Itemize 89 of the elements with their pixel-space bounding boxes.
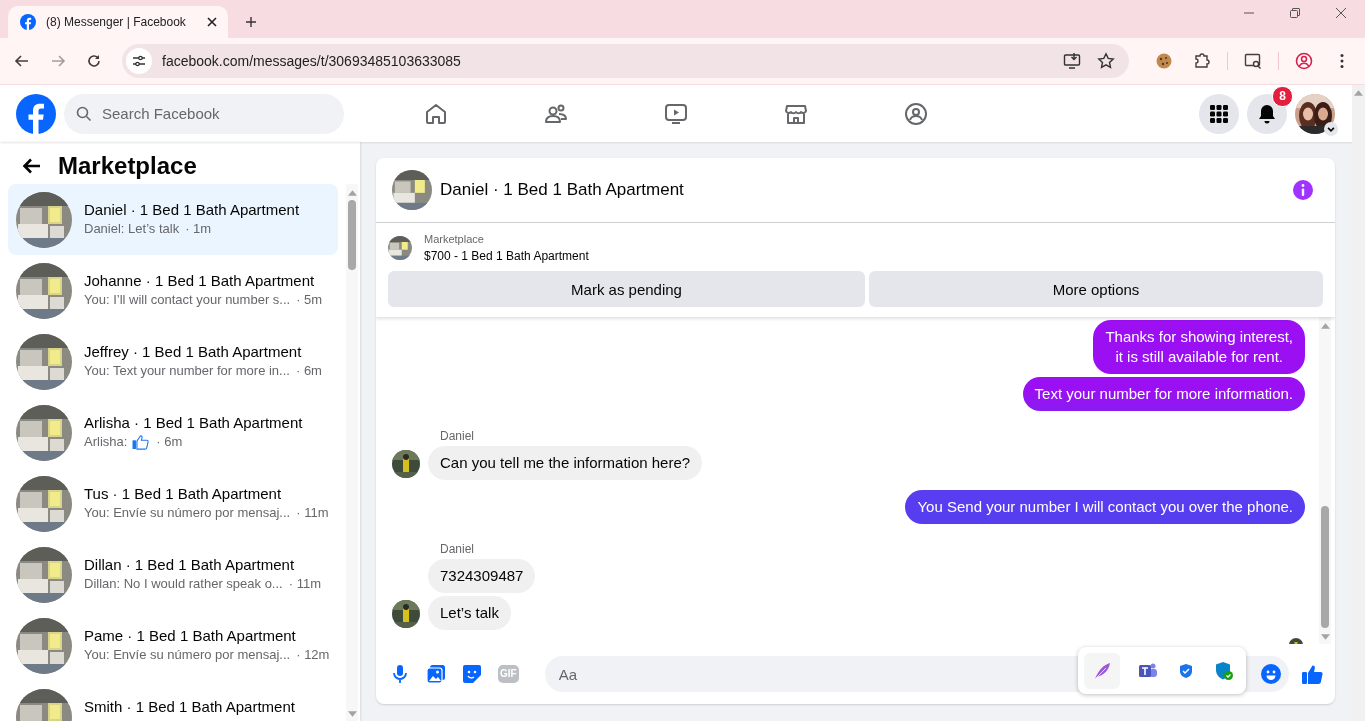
message-time: · 1m bbox=[185, 220, 212, 236]
page-title: Marketplace bbox=[58, 152, 197, 180]
facebook-logo-icon[interactable] bbox=[16, 93, 56, 134]
message-preview: Arlisha: bbox=[84, 434, 128, 449]
message-preview: Dillan: No I would rather speak o... bbox=[84, 575, 283, 591]
shield-check-icon[interactable] bbox=[1214, 660, 1234, 681]
conversation-item[interactable]: Pame · 1 Bed 1 Bath Apartment You: Envíe su número por mensaj... · 12m bbox=[8, 610, 338, 681]
page-scrollbar[interactable] bbox=[1352, 85, 1365, 721]
install-app-icon[interactable] bbox=[1063, 52, 1081, 70]
received-message: 7324309487 bbox=[428, 559, 536, 593]
conversation-title: Arlisha · 1 Bed 1 Bath Apartment bbox=[84, 413, 303, 431]
puzzle-icon[interactable] bbox=[1193, 52, 1211, 70]
conversation-item[interactable]: Arlisha · 1 Bed 1 Bath Apartment Arlisha: · 6m bbox=[8, 397, 338, 468]
action-button[interactable]: Mark as pending bbox=[388, 271, 865, 307]
chat-title: Daniel · 1 Bed 1 Bath Apartment bbox=[440, 180, 684, 200]
conversation-item[interactable]: Tus · 1 Bed 1 Bath Apartment You: Envíe su número por mensaj... · 11m bbox=[8, 468, 338, 539]
reload-icon[interactable] bbox=[86, 53, 102, 69]
groups-icon[interactable] bbox=[904, 101, 928, 126]
site-settings-icon[interactable] bbox=[126, 48, 152, 74]
listing-category: Marketplace bbox=[424, 233, 485, 245]
search-field[interactable]: Search Facebook bbox=[100, 92, 332, 135]
conversation-item[interactable]: Daniel · 1 Bed 1 Bath Apartment Daniel: Let’s talk · 1m bbox=[8, 184, 338, 255]
thumbs-up-icon bbox=[131, 433, 151, 450]
video-icon[interactable] bbox=[664, 101, 688, 126]
message-time: · 11m bbox=[296, 504, 329, 520]
sender-name: Daniel bbox=[440, 542, 476, 556]
chevron-down-icon[interactable] bbox=[1324, 121, 1338, 136]
conversation-title: Smith · 1 Bed 1 Bath Apartment bbox=[84, 697, 295, 715]
search-box[interactable]: Search Facebook bbox=[64, 93, 344, 134]
scrollbar[interactable] bbox=[346, 184, 358, 721]
conversation-item[interactable]: Dillan · 1 Bed 1 Bath Apartment Dillan: No I would rather speak o... · 11m bbox=[8, 539, 338, 610]
message-preview: Daniel: Let’s talk bbox=[84, 220, 180, 236]
scrollbar-thumb[interactable] bbox=[1321, 506, 1329, 628]
thumbs-up-icon[interactable] bbox=[1301, 663, 1323, 685]
close-icon[interactable] bbox=[206, 16, 218, 28]
tab-title: (8) Messenger | Facebook bbox=[46, 15, 187, 29]
message-preview: You: Envíe su número por mensaj... bbox=[84, 504, 291, 520]
conversation-title: Pame · 1 Bed 1 Bath Apartment bbox=[84, 626, 297, 644]
back-arrow-icon[interactable] bbox=[22, 156, 42, 176]
conversation-title: Johanne · 1 Bed 1 Bath Apartment bbox=[84, 271, 316, 289]
sticker-icon[interactable] bbox=[462, 664, 482, 684]
message-time: · 6m bbox=[156, 434, 183, 449]
feather-icon[interactable] bbox=[1092, 660, 1112, 681]
menu-button[interactable] bbox=[1199, 93, 1239, 134]
microphone-icon[interactable] bbox=[390, 664, 410, 684]
bell-icon bbox=[1257, 103, 1277, 124]
notification-count: 8 bbox=[1272, 85, 1293, 107]
facebook-logo-icon bbox=[20, 14, 36, 30]
message-time: · 6m bbox=[295, 362, 322, 378]
conversation-item[interactable]: Johanne · 1 Bed 1 Bath Apartment You: I’ll will contact your number s... · 5m bbox=[8, 255, 338, 326]
photo-icon[interactable] bbox=[426, 664, 446, 684]
back-arrow-icon[interactable] bbox=[14, 53, 30, 69]
sent-message: Thanks for showing interest, it is still available for rent. bbox=[1093, 320, 1305, 374]
info-icon[interactable] bbox=[1293, 180, 1313, 200]
listing-name: $700 - 1 Bed 1 Bath Apartment bbox=[424, 249, 589, 263]
url-text: facebook.com/messages/t/30693485103633085 bbox=[162, 53, 461, 69]
conversation-title: Tus · 1 Bed 1 Bath Apartment bbox=[84, 484, 283, 502]
conversation-title: Jeffrey · 1 Bed 1 Bath Apartment bbox=[84, 342, 303, 360]
conversation-title: Daniel · 1 Bed 1 Bath Apartment bbox=[84, 200, 300, 218]
profile-icon[interactable] bbox=[1295, 52, 1313, 70]
grid-menu-icon bbox=[1209, 103, 1229, 124]
message-time: · 11m bbox=[288, 575, 321, 591]
address-bar[interactable]: facebook.com/messages/t/30693485103633085 bbox=[122, 44, 1129, 78]
scrollbar[interactable] bbox=[1319, 317, 1331, 644]
tab-search-icon[interactable] bbox=[1244, 52, 1262, 70]
conversation-item[interactable]: Jeffrey · 1 Bed 1 Bath Apartment You: Text your number for more in... · 6m bbox=[8, 326, 338, 397]
message-preview: You: Envíe su número por mensaj... bbox=[84, 646, 291, 662]
new-tab-icon[interactable] bbox=[245, 16, 257, 28]
sent-message: Text your number for more information. bbox=[1022, 377, 1305, 411]
message-preview: You: I’ll will contact your number s... bbox=[84, 291, 291, 307]
notifications-button[interactable] bbox=[1247, 93, 1287, 134]
restore-icon[interactable] bbox=[1289, 6, 1301, 19]
message-time: · 5m bbox=[296, 291, 323, 307]
message-preview: You: Text your number for more in... bbox=[84, 362, 290, 378]
received-message: Let’s talk bbox=[428, 596, 511, 630]
search-icon bbox=[76, 105, 92, 122]
received-message: Can you tell me the information here? bbox=[428, 446, 703, 480]
sender-name: Daniel bbox=[440, 429, 476, 443]
conversation-item[interactable]: Smith · 1 Bed 1 Bath Apartment bbox=[8, 681, 338, 721]
scrollbar-thumb[interactable] bbox=[348, 200, 356, 270]
home-icon[interactable] bbox=[424, 101, 448, 126]
action-button[interactable]: More options bbox=[869, 271, 1323, 307]
message-time: · 12m bbox=[296, 646, 330, 662]
cookie-icon[interactable] bbox=[1155, 52, 1173, 70]
conversation-title: Dillan · 1 Bed 1 Bath Apartment bbox=[84, 555, 296, 573]
sent-message: You Send your number I will contact you over the phone. bbox=[905, 490, 1305, 524]
browser-tab[interactable]: (8) Messenger | Facebook bbox=[8, 6, 228, 38]
star-icon[interactable] bbox=[1097, 52, 1115, 70]
emoji-icon[interactable] bbox=[1261, 664, 1281, 684]
